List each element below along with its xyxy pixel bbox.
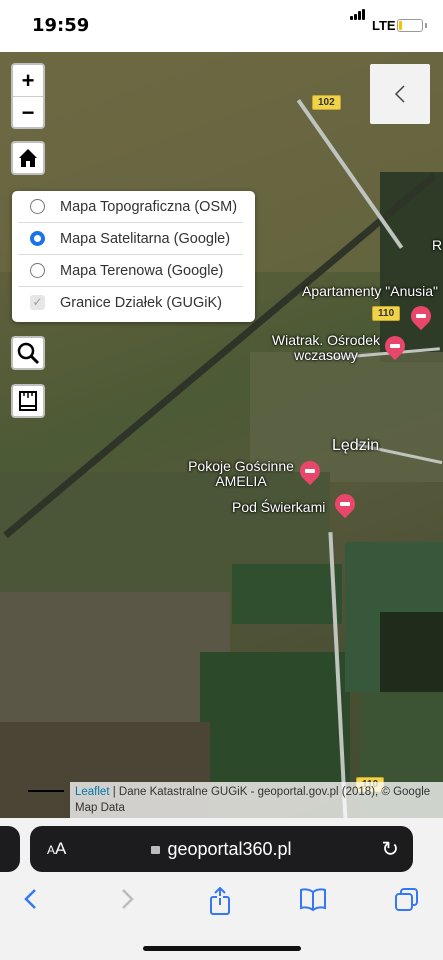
road-number-label: 110 <box>372 306 401 321</box>
address-bar[interactable]: AA geoportal360.pl ↻ <box>30 826 413 872</box>
place-label: Apartamenty "Anusia" <box>302 283 439 299</box>
url-display[interactable]: geoportal360.pl <box>30 839 413 860</box>
scale-bar <box>28 790 64 792</box>
place-label: Wiatrak. Ośrodek wczasowy <box>266 333 386 363</box>
terrain-patch <box>380 612 443 702</box>
radio-button[interactable] <box>30 263 45 278</box>
previous-tab-preview[interactable] <box>0 826 20 872</box>
lock-icon <box>151 846 161 854</box>
clock: 19:59 <box>32 15 90 36</box>
layer-option-terrain[interactable]: Mapa Terenowa (Google) <box>18 254 243 286</box>
leaflet-link[interactable]: Leaflet <box>75 786 110 798</box>
place-label: Pokoje Gościnne AMELIA <box>183 459 299 489</box>
home-icon <box>19 149 37 167</box>
layer-label: Mapa Topograficzna (OSM) <box>60 198 238 215</box>
zoom-out-button[interactable]: − <box>13 97 43 128</box>
map-view[interactable]: 102 110 110 R Apartamenty "Anusia" Wiatr… <box>0 52 443 818</box>
share-icon[interactable] <box>207 886 233 923</box>
layer-label: Mapa Terenowa (Google) <box>60 262 224 279</box>
map-attribution: Leaflet | Dane Katastralne GUGiK - geopo… <box>70 782 443 818</box>
lodging-pin-icon[interactable] <box>330 489 360 519</box>
search-icon <box>17 342 40 365</box>
attribution-text: | Dane Katastralne GUGiK - geoportal.gov… <box>75 786 431 814</box>
battery-icon <box>397 19 427 32</box>
status-bar: 19:59 LTE <box>0 0 443 52</box>
search-button[interactable] <box>11 336 45 370</box>
url-text: geoportal360.pl <box>167 839 292 859</box>
place-label: R <box>432 237 443 253</box>
place-label: Lędzin <box>332 437 380 454</box>
network-label: LTE <box>372 18 396 33</box>
home-button[interactable] <box>11 141 45 175</box>
place-label-text: Wiatrak. Ośrodek wczasowy <box>271 332 381 363</box>
bookmarks-icon[interactable] <box>298 886 328 919</box>
place-label-text: Pokoje Gościnne AMELIA <box>188 458 294 489</box>
terrain-patch <box>0 592 230 722</box>
road-number-label: 102 <box>312 95 341 110</box>
ruler-icon <box>19 391 37 411</box>
checkmark-icon[interactable]: ✓ <box>30 295 45 310</box>
home-indicator[interactable] <box>143 946 301 951</box>
terrain-patch <box>232 564 342 624</box>
back-arrow-icon[interactable] <box>22 886 40 919</box>
tabs-icon[interactable] <box>393 886 421 921</box>
reload-icon[interactable]: ↻ <box>381 837 399 862</box>
browser-toolbar: AA geoportal360.pl ↻ <box>0 818 443 960</box>
layer-switcher: Mapa Topograficzna (OSM) Mapa Satelitarn… <box>12 191 255 322</box>
layer-label: Granice Działek (GUGiK) <box>60 294 222 311</box>
measure-button[interactable] <box>11 384 45 418</box>
chevron-left-icon <box>394 85 405 103</box>
back-panel-button[interactable] <box>370 64 430 124</box>
layer-label: Mapa Satelitarna (Google) <box>60 230 231 247</box>
place-label: Pod Świerkami <box>232 499 326 515</box>
browser-nav-bar <box>0 882 443 922</box>
layer-option-satellite[interactable]: Mapa Satelitarna (Google) <box>18 222 243 254</box>
terrain-patch <box>380 172 443 362</box>
radio-button[interactable] <box>30 231 45 246</box>
layer-option-osm[interactable]: Mapa Topograficzna (OSM) <box>18 191 243 222</box>
layer-option-parcels[interactable]: ✓ Granice Działek (GUGiK) <box>18 286 243 318</box>
zoom-in-button[interactable]: + <box>13 65 43 97</box>
zoom-control: + − <box>11 63 45 129</box>
forward-arrow-icon[interactable] <box>118 886 136 919</box>
terrain-patch <box>200 652 350 782</box>
radio-button[interactable] <box>30 199 45 214</box>
